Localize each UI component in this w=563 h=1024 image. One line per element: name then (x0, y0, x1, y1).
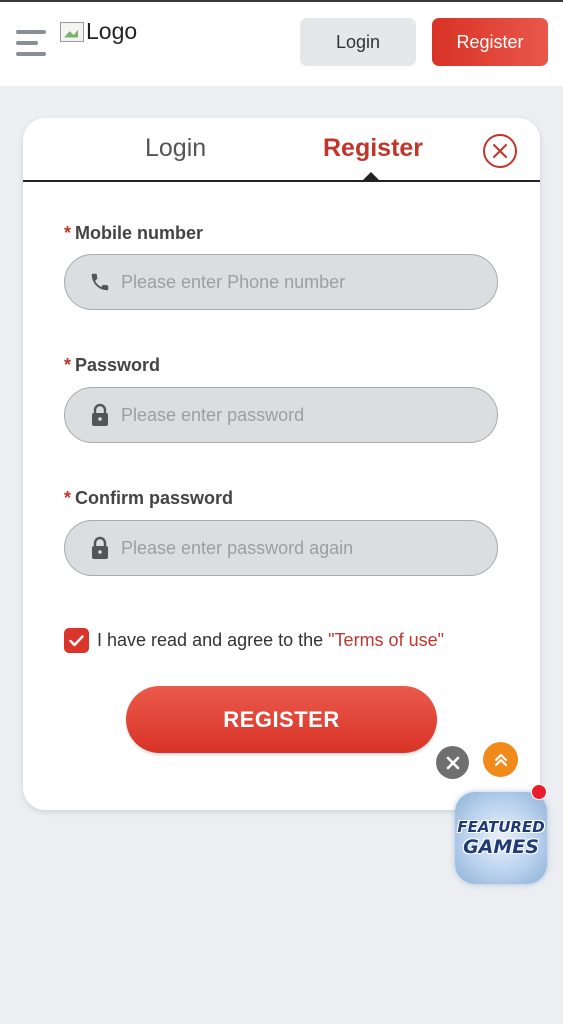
terms-agreement: I have read and agree to the "Terms of u… (64, 628, 444, 653)
notification-dot (531, 784, 547, 800)
featured-games-line1: FEATURED (457, 818, 545, 836)
terms-of-use-link[interactable]: "Terms of use" (328, 630, 444, 651)
password-input[interactable] (121, 404, 481, 426)
mobile-number-field[interactable] (64, 254, 498, 310)
header-login-button[interactable]: Login (300, 18, 416, 66)
register-submit-button[interactable]: REGISTER (126, 686, 437, 753)
required-mark: * (64, 355, 72, 375)
agree-checkbox[interactable] (64, 628, 89, 653)
password-label-text: Password (75, 355, 161, 375)
password-label: * Password (64, 355, 160, 376)
auth-tabs: Login Register (23, 118, 540, 182)
confirm-password-label-text: Confirm password (75, 488, 234, 508)
header-register-button[interactable]: Register (432, 18, 548, 66)
featured-games-badge[interactable]: FEATURED GAMES (455, 792, 547, 884)
mobile-number-input[interactable] (121, 271, 481, 293)
phone-icon (89, 270, 111, 294)
header: Logo Login Register (0, 2, 563, 86)
confirm-password-input[interactable] (121, 537, 481, 559)
broken-image-icon (60, 21, 84, 42)
mobile-number-label-text: Mobile number (75, 223, 204, 243)
tab-register[interactable]: Register (323, 134, 423, 163)
required-mark: * (64, 223, 72, 243)
mobile-number-label: * Mobile number (64, 223, 203, 244)
tab-login[interactable]: Login (145, 134, 206, 163)
close-float-icon[interactable] (436, 746, 469, 779)
featured-games-line2: GAMES (463, 836, 539, 858)
logo[interactable]: Logo (60, 18, 137, 45)
scroll-to-top-icon[interactable] (483, 742, 518, 777)
hamburger-menu-icon[interactable] (16, 30, 46, 60)
confirm-password-field[interactable] (64, 520, 498, 576)
close-icon[interactable] (483, 134, 517, 168)
logo-alt-text: Logo (86, 18, 138, 44)
password-field[interactable] (64, 387, 498, 443)
required-mark: * (64, 488, 72, 508)
lock-icon (89, 403, 111, 427)
register-modal: Login Register *Mobile number *Password … (23, 118, 540, 810)
lock-icon (89, 536, 111, 560)
agree-text: I have read and agree to the (97, 630, 324, 650)
active-tab-indicator (363, 172, 379, 180)
confirm-password-label: * Confirm password (64, 488, 233, 509)
